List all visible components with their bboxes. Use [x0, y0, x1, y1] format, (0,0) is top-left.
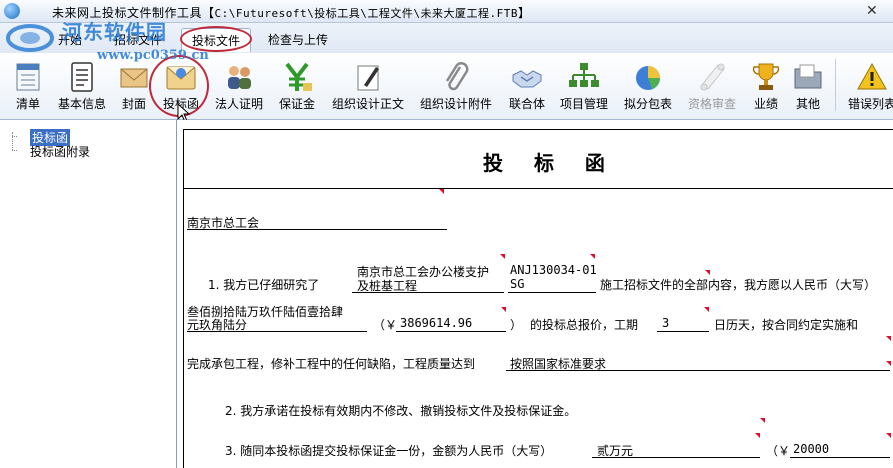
field-marker [886, 361, 891, 366]
ribbon-org-design-text-button[interactable]: 组织设计正文 [328, 53, 408, 119]
para3-intro: 3. 随同本投标函提交投标保证金一份，金额为人民币（大写） [225, 444, 553, 458]
ribbon-label: 组织设计附件 [419, 97, 492, 111]
ribbon-org-design-attach-button[interactable]: 组织设计附件 [416, 53, 496, 119]
field-marker [501, 307, 506, 312]
pen-icon [357, 65, 379, 91]
para1-tail: 施工招标文件的全部内容，我方愿以人民币（大写） [600, 278, 877, 292]
field-marker [439, 189, 444, 194]
para1-continuation: 完成承包工程，修补工程中的任何缺陷，工程质量达到 [187, 357, 476, 371]
ribbon-label: 资格审查 [687, 97, 736, 111]
duration-field[interactable]: 3 [662, 316, 669, 330]
deposit-number-underline [790, 457, 890, 458]
field-marker [886, 433, 891, 438]
tab-check-upload[interactable]: 检查与上传 [268, 31, 328, 48]
yen-open-2: （￥ [766, 444, 791, 458]
tree-connector [12, 132, 13, 150]
field-marker [705, 270, 710, 275]
trophy-icon [752, 63, 780, 90]
quality-underline [506, 370, 890, 371]
ribbon-project-mgmt-button[interactable]: 项目管理 [556, 53, 612, 119]
app-icon [4, 3, 20, 19]
title-suffix: 】 [517, 6, 531, 20]
amount-number-underline [396, 331, 506, 332]
duration-tail: 日历天，按合同约定实施和 [714, 318, 859, 332]
project-name-underline [352, 292, 504, 293]
project-code-line2[interactable]: SG [510, 277, 524, 291]
close-icon[interactable]: ✕ [866, 3, 878, 19]
doc-frame-top [183, 129, 893, 130]
ribbon-consortium-button[interactable]: 联合体 [504, 53, 550, 119]
ribbon-deposit-button[interactable]: 保证金 [274, 53, 320, 119]
pie-chart-icon [636, 66, 660, 90]
para1-intro: 1. 我方已仔细研究了 [208, 278, 320, 292]
scroll-icon [700, 63, 725, 91]
ribbon-subcontract-button[interactable]: 拟分包表 [620, 53, 676, 119]
folder-icon [794, 64, 822, 89]
project-code-line1[interactable]: ANJ130034-01 [510, 263, 597, 277]
watermark-title: 河东软件园 [62, 20, 167, 44]
people-icon [228, 66, 251, 89]
field-marker [500, 254, 505, 259]
ribbon-label: 保证金 [278, 97, 315, 111]
para2: 2. 我方承诺在投标有效期内不修改、撤销投标文件及投标保证金。 [225, 404, 577, 418]
ribbon-toolbar: 清单 基本信息 封面 投标函 法人证明 保证金 组织设计正文 组织设计附件 联合… [0, 53, 893, 120]
deposit-number-field[interactable]: 20000 [793, 442, 829, 456]
amount-number-field[interactable]: 3869614.96 [400, 316, 472, 330]
org-chart-icon [569, 63, 599, 87]
deposit-words-underline [592, 457, 760, 458]
ribbon-label: 组织设计正文 [331, 97, 404, 111]
list-icon [16, 63, 40, 91]
field-marker [760, 418, 765, 423]
ribbon-label: 清单 [15, 97, 40, 111]
duration-underline [657, 331, 709, 332]
ribbon-performance-button[interactable]: 业绩 [748, 53, 784, 119]
field-marker [590, 254, 595, 259]
ribbon-label: 基本信息 [57, 97, 106, 111]
ribbon-list-button[interactable]: 清单 [6, 53, 50, 119]
ribbon-label: 错误列表 [847, 97, 893, 111]
ribbon-other-button[interactable]: 其他 [788, 53, 828, 119]
ribbon-label: 联合体 [508, 97, 545, 111]
doc-title: 投 标 函 [483, 151, 617, 175]
recipient-underline [187, 229, 447, 230]
ribbon-error-list-button[interactable]: 错误列表 [842, 53, 893, 119]
project-code-underline [508, 292, 596, 293]
ribbon-separator [835, 59, 836, 111]
envelope-icon [120, 68, 148, 88]
doc-frame-left [183, 129, 184, 468]
ribbon-label: 项目管理 [559, 97, 608, 111]
yen-open: （￥ [373, 318, 398, 332]
tree-connector [12, 136, 17, 137]
ribbon-qualification-button: 资格审查 [684, 53, 740, 119]
ribbon-legal-cert-button[interactable]: 法人证明 [210, 53, 268, 119]
document-tree: 投标函 投标函附录 [0, 120, 177, 468]
field-marker [755, 433, 760, 438]
yen-icon [285, 62, 312, 91]
handshake-icon [512, 70, 542, 88]
ribbon-label: 业绩 [753, 97, 778, 111]
field-marker [886, 336, 891, 341]
title-path: C:\Futuresoft\投标工具\工程文件\未来大厦工程.FTB [214, 7, 518, 20]
amount-words-underline [187, 331, 367, 332]
ribbon-label: 封面 [121, 97, 146, 111]
watermark-url: www.pc0359.cn [97, 48, 209, 63]
paperclip-icon [445, 62, 469, 91]
ribbon-label: 其他 [795, 97, 820, 111]
document-icon [71, 62, 93, 92]
field-marker [704, 307, 709, 312]
quote-text: 的投标总报价，工期 [530, 318, 639, 332]
warning-icon [857, 62, 887, 90]
ribbon-label: 拟分包表 [623, 97, 672, 111]
tree-connector [12, 150, 17, 151]
watermark-logo [6, 24, 54, 52]
paren-close: ） [510, 318, 523, 332]
ribbon-label: 法人证明 [214, 97, 263, 111]
doc-title-divider [183, 188, 893, 189]
tree-item-bid-letter-appendix[interactable]: 投标函附录 [30, 143, 90, 160]
